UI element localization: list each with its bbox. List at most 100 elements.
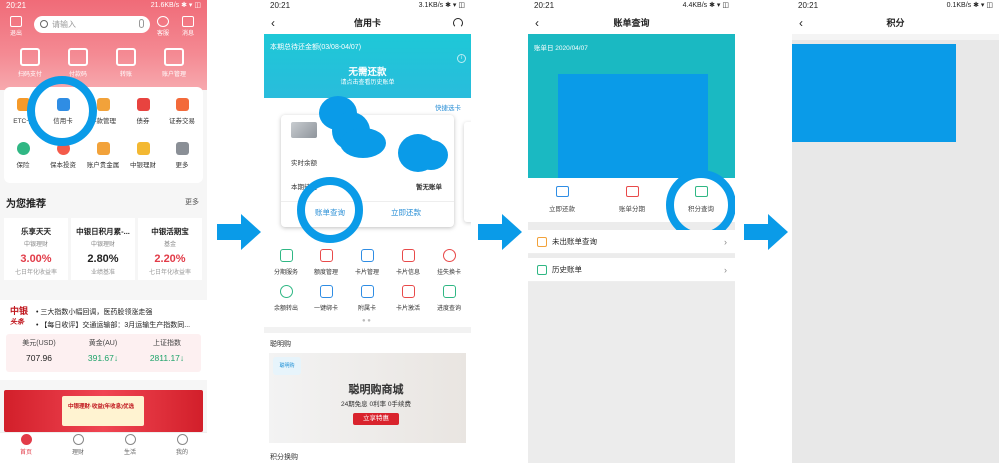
service-sub-card[interactable]: 附属卡 bbox=[349, 285, 385, 312]
back-icon[interactable]: ‹ bbox=[535, 12, 539, 34]
pay-now-button[interactable]: 立即还款 bbox=[534, 186, 590, 213]
bill-installment-button[interactable]: 账单分期 bbox=[604, 186, 660, 213]
repayment-label: 本期总待还金额(03/08-04/07) bbox=[270, 44, 362, 51]
quick-pay-code[interactable]: 付款码 bbox=[58, 48, 98, 78]
product-desc: 业绩基准 bbox=[90, 270, 115, 276]
tutorial-stage: 20:21 21.6KB/s ✱ ▾ ◫ 退出 请输入 客服 消息 扫码支付 付… bbox=[0, 0, 1000, 463]
unbilled-query-row[interactable]: 未出账单查询 › bbox=[528, 230, 735, 254]
pay-now-button[interactable]: 立即还款 bbox=[391, 207, 421, 218]
menu-item-bonds[interactable]: 债券 bbox=[124, 98, 162, 125]
logout-button[interactable]: 退出 bbox=[6, 16, 26, 37]
service-activate[interactable]: 卡片激活 bbox=[390, 285, 426, 312]
recommend-card[interactable]: 中银活期宝 基金 2.20% 七日年化收益率 bbox=[138, 218, 202, 280]
news-item[interactable]: • 【每日收评】交通运输部：3月运输生产指数同... bbox=[36, 320, 202, 330]
action-label: 账单分期 bbox=[619, 206, 645, 213]
product-title: 乐享天天 bbox=[21, 227, 51, 236]
grid-icon bbox=[175, 142, 189, 155]
back-icon[interactable]: ‹ bbox=[271, 12, 275, 34]
step-arrow bbox=[217, 212, 261, 252]
headset-icon[interactable] bbox=[453, 18, 463, 28]
service-label: 挂失换卡 bbox=[436, 270, 461, 276]
tab-label: 我的 bbox=[175, 450, 188, 456]
customer-service-label: 客服 bbox=[156, 31, 169, 37]
service-limit[interactable]: 额度管理 bbox=[308, 249, 344, 276]
news-item[interactable]: • 三大指数小幅回调，医药股领涨走强 bbox=[36, 307, 202, 317]
info-icon[interactable]: i bbox=[457, 54, 466, 63]
service-label: 进度查询 bbox=[436, 306, 461, 312]
ad-cta-button[interactable]: 立享特惠 bbox=[353, 413, 399, 425]
product-sub: 基金 bbox=[163, 242, 176, 248]
service-bind-card[interactable]: 一键绑卡 bbox=[308, 285, 344, 312]
tab-wealth[interactable]: 理财 bbox=[58, 434, 98, 456]
menu-label: 保险 bbox=[16, 162, 30, 169]
menu-item-principal[interactable]: 保本投资 bbox=[44, 142, 82, 169]
next-card-peek[interactable] bbox=[464, 122, 471, 222]
service-card-manage[interactable]: 卡片管理 bbox=[349, 249, 385, 276]
tab-mine[interactable]: 我的 bbox=[162, 434, 202, 456]
repayment-status: 无需还款 bbox=[348, 67, 387, 78]
wealth-icon bbox=[136, 142, 150, 155]
messages-button[interactable]: 消息 bbox=[178, 16, 198, 37]
row-label: 未出账单查询 bbox=[552, 237, 597, 246]
bill-summary: 账单日 2020/04/07 bbox=[528, 34, 735, 178]
nav-bar: ‹ 信用卡 bbox=[264, 12, 471, 34]
service-progress[interactable]: 进度查询 bbox=[431, 285, 467, 312]
back-icon[interactable]: ‹ bbox=[799, 12, 803, 34]
activate-icon bbox=[401, 285, 415, 298]
history-bill-row[interactable]: 历史账单 › bbox=[528, 258, 735, 282]
recommend-card[interactable]: 中银日积月累-... 中银理财 2.80% 业绩基准 bbox=[71, 218, 135, 280]
section-title: 积分换购 bbox=[270, 454, 298, 461]
menu-item-credit-card[interactable]: 信用卡 bbox=[44, 98, 82, 125]
news-logo-text: 中银 bbox=[10, 306, 29, 316]
quick-label: 扫码支付 bbox=[17, 72, 42, 78]
quick-card-select[interactable]: 快捷选卡 bbox=[435, 102, 461, 112]
service-transfer-out[interactable]: 余额转出 bbox=[268, 285, 304, 312]
service-card-info[interactable]: 卡片信息 bbox=[390, 249, 426, 276]
product-sub: 中银理财 bbox=[23, 242, 48, 248]
scan-icon bbox=[20, 48, 40, 66]
rate-value: 707.96 bbox=[26, 353, 52, 363]
nav-bar: ‹ 积分 bbox=[792, 12, 999, 34]
mall-ad-banner[interactable]: 聪明购 聪明购商城 24期免息 0利率 0手续费 立享特惠 bbox=[269, 353, 466, 443]
redaction-block bbox=[558, 74, 708, 178]
points-query-button[interactable]: 积分查询 bbox=[673, 186, 729, 213]
menu-item-securities[interactable]: 证券交易 bbox=[163, 98, 201, 125]
tab-home[interactable]: 首页 bbox=[6, 434, 46, 456]
recommend-card[interactable]: 乐享天天 中银理财 3.00% 七日年化收益率 bbox=[4, 218, 68, 280]
service-label: 一键绑卡 bbox=[313, 306, 338, 312]
menu-item-insurance[interactable]: 保险 bbox=[4, 142, 42, 169]
menu-item-etc[interactable]: ETC卡 bbox=[4, 98, 42, 125]
menu-item-more[interactable]: 更多 bbox=[163, 142, 201, 169]
quick-account[interactable]: 账户管理 bbox=[154, 48, 194, 78]
menu-item-deposit[interactable]: 存款管理 bbox=[84, 98, 122, 125]
service-report-lost[interactable]: 挂失换卡 bbox=[431, 249, 467, 276]
rate-usd[interactable]: 美元(USD) 707.96 bbox=[8, 338, 70, 363]
quick-transfer[interactable]: 转账 bbox=[106, 48, 146, 78]
product-desc: 七日年化收益率 bbox=[148, 270, 191, 276]
mall-logo: 聪明购 bbox=[273, 357, 301, 375]
tab-life[interactable]: 生活 bbox=[110, 434, 150, 456]
bill-date: 账单日 2020/04/07 bbox=[534, 45, 588, 52]
recommend-more-link[interactable]: 更多 bbox=[185, 197, 199, 207]
repayment-summary[interactable]: 本期总待还金额(03/08-04/07) 无需还款 请点击查看历史账单 i bbox=[264, 34, 471, 98]
bill-query-button[interactable]: 账单查询 bbox=[315, 207, 345, 218]
service-label: 额度管理 bbox=[313, 270, 338, 276]
customer-service-button[interactable]: 客服 bbox=[153, 16, 173, 37]
microphone-icon[interactable] bbox=[139, 19, 144, 28]
status-indicators: 4.4KB/s ✱ ▾ ◫ bbox=[682, 2, 729, 9]
search-input[interactable]: 请输入 bbox=[34, 16, 150, 33]
menu-label: 账户贵金属 bbox=[86, 162, 120, 169]
service-installment[interactable]: 分期服务 bbox=[268, 249, 304, 276]
rate-gold[interactable]: 黄金(AU) 391.67↓ bbox=[72, 338, 134, 363]
limit-icon bbox=[319, 249, 333, 262]
quick-scan-pay[interactable]: 扫码支付 bbox=[10, 48, 50, 78]
promo-banner[interactable]: 中银理财·收益(年收息)优选 bbox=[4, 390, 203, 432]
ad-heading: 聪明购商城 bbox=[348, 384, 404, 396]
rate-index[interactable]: 上证指数 2811.17↓ bbox=[136, 338, 198, 363]
status-time: 20:21 bbox=[6, 1, 27, 10]
current-bill-label: 本期待还 bbox=[291, 184, 317, 191]
menu-item-metals[interactable]: 账户贵金属 bbox=[84, 142, 122, 169]
product-title: 中银日积月累-... bbox=[76, 227, 130, 236]
menu-item-wealth[interactable]: 中银理财 bbox=[124, 142, 162, 169]
banner-title: 中银理财·收益(年收息)优选 bbox=[68, 404, 134, 410]
